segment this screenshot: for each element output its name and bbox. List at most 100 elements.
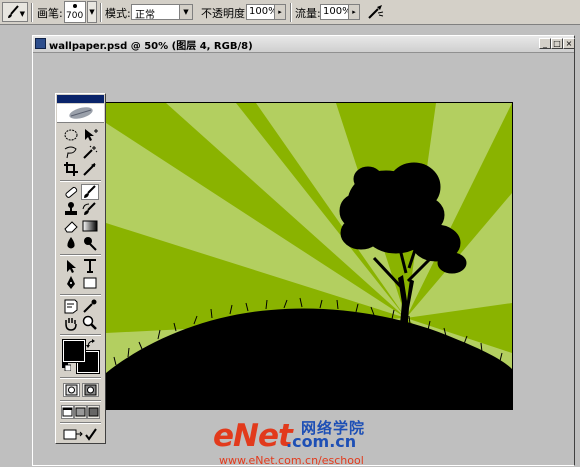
brush-dropdown-button[interactable]: ▼: [87, 1, 97, 23]
brush-icon: [8, 5, 19, 18]
image-canvas[interactable]: [105, 102, 513, 410]
divider: [60, 400, 101, 402]
divider: [60, 334, 101, 336]
blur-tool-icon: [67, 237, 75, 249]
notes-tool-icon: [64, 299, 78, 314]
document-title: wallpaper.psd @ 50% (图层 4, RGB/8): [49, 41, 253, 52]
slice-tool[interactable]: [81, 161, 99, 177]
photoshop-doc-icon: [35, 38, 46, 49]
minimize-button[interactable]: _: [539, 38, 551, 49]
close-button[interactable]: ×: [563, 38, 575, 49]
standard-screen-mode-button[interactable]: [61, 405, 74, 419]
healing-brush-tool-icon: [65, 186, 78, 198]
photoshop-feather-logo[interactable]: [57, 104, 104, 123]
move-tool-icon: [85, 129, 98, 141]
opacity-label: 不透明度:: [201, 7, 249, 20]
mode-label: 模式:: [105, 7, 131, 20]
crop-tool-icon: [64, 162, 78, 176]
divider: [60, 180, 101, 182]
move-tool[interactable]: [81, 127, 99, 143]
airbrush-icon: [368, 5, 384, 19]
brush-label: 画笔:: [37, 7, 63, 20]
screen-mode-icon: [62, 407, 73, 417]
divider: [31, 3, 33, 22]
chevron-down-icon: ▼: [179, 5, 192, 19]
maximize-button[interactable]: □: [551, 38, 563, 49]
mode-select[interactable]: 正常 ▼: [131, 4, 193, 21]
standard-mode-icon: [65, 384, 78, 396]
divider: [60, 294, 101, 296]
chevron-down-icon: ▼: [19, 10, 25, 18]
eraser-tool[interactable]: [62, 218, 80, 234]
lasso-tool[interactable]: [62, 144, 80, 160]
watermark-dotcom: .com.cn: [286, 432, 357, 451]
divider: [60, 422, 101, 424]
brush-tip-preview: [73, 4, 77, 8]
pen-tool[interactable]: [62, 275, 80, 291]
toolbox-titlebar[interactable]: [57, 95, 104, 103]
opacity-field[interactable]: 100% ▸: [246, 4, 286, 20]
blur-tool[interactable]: [62, 235, 80, 251]
shape-tool-icon: [83, 277, 97, 289]
chevron-right-icon: ▸: [274, 5, 285, 19]
eyedropper-tool-icon: [83, 299, 97, 313]
divider: [60, 254, 101, 256]
imageready-icon: [63, 428, 97, 441]
marquee-tool-icon: [64, 129, 78, 141]
watermark-url: www.eNet.com.cn/eschool: [219, 454, 364, 467]
airbrush-toggle[interactable]: [366, 3, 386, 21]
swap-colors-icon[interactable]: [86, 339, 96, 349]
standard-mode-button[interactable]: [63, 383, 80, 397]
gradient-tool-icon: [82, 220, 98, 232]
type-tool[interactable]: [81, 258, 99, 274]
watermark-logo: eNet: [213, 418, 293, 454]
eyedropper-tool[interactable]: [81, 298, 99, 314]
type-tool-icon: [84, 259, 96, 273]
path-selection-tool-icon: [67, 260, 76, 273]
flow-field[interactable]: 100% ▸: [320, 4, 360, 20]
healing-brush-tool[interactable]: [62, 184, 80, 200]
options-bar: ▼ 画笔: 700 ▼ 模式: 正常 ▼ 不透明度: 100% ▸ 流量: 10…: [0, 0, 580, 25]
pen-tool-icon: [67, 276, 75, 289]
toolbox: [55, 93, 106, 444]
brush-tool[interactable]: [81, 184, 99, 200]
gradient-tool[interactable]: [81, 218, 99, 234]
enet-watermark: eNet 网络学院 .com.cn www.eNet.com.cn/eschoo…: [207, 418, 397, 467]
notes-tool[interactable]: [62, 298, 80, 314]
divider: [60, 377, 101, 379]
brush-picker[interactable]: 700: [64, 1, 86, 23]
default-colors-icon[interactable]: [62, 362, 71, 371]
divider: [100, 3, 102, 22]
zoom-tool[interactable]: [81, 315, 99, 331]
marquee-tool[interactable]: [62, 127, 80, 143]
hand-tool-icon: [65, 318, 77, 331]
full-screen-mode-button[interactable]: [87, 405, 100, 419]
brush-tool-icon: [84, 185, 96, 198]
crop-tool[interactable]: [62, 161, 80, 177]
screen-mode-icon: [75, 407, 86, 417]
jump-to-imageready-button[interactable]: [62, 426, 100, 442]
foreground-color-swatch[interactable]: [62, 339, 86, 363]
clone-stamp-tool[interactable]: [62, 201, 80, 217]
divider: [290, 3, 292, 22]
tool-preset-picker[interactable]: ▼: [2, 2, 28, 22]
quick-mask-icon: [84, 384, 97, 396]
hand-tool[interactable]: [62, 315, 80, 331]
clone-stamp-tool-icon: [65, 202, 77, 215]
screen-mode-icon: [88, 407, 99, 417]
dodge-tool[interactable]: [81, 235, 99, 251]
shape-tool[interactable]: [81, 275, 99, 291]
dodge-tool-icon: [84, 237, 97, 251]
mode-value: 正常: [135, 10, 155, 21]
document-titlebar[interactable]: wallpaper.psd @ 50% (图层 4, RGB/8) _ □ ×: [33, 36, 575, 53]
quick-mask-button[interactable]: [82, 383, 99, 397]
path-selection-tool[interactable]: [62, 258, 80, 274]
slice-tool-icon: [83, 163, 96, 176]
eraser-tool-icon: [64, 221, 78, 233]
magic-wand-tool-icon: [83, 145, 98, 159]
wallpaper-artwork: [106, 103, 512, 409]
full-screen-menu-mode-button[interactable]: [74, 405, 87, 419]
history-brush-tool[interactable]: [81, 201, 99, 217]
brush-size: 700: [66, 11, 84, 21]
magic-wand-tool[interactable]: [81, 144, 99, 160]
